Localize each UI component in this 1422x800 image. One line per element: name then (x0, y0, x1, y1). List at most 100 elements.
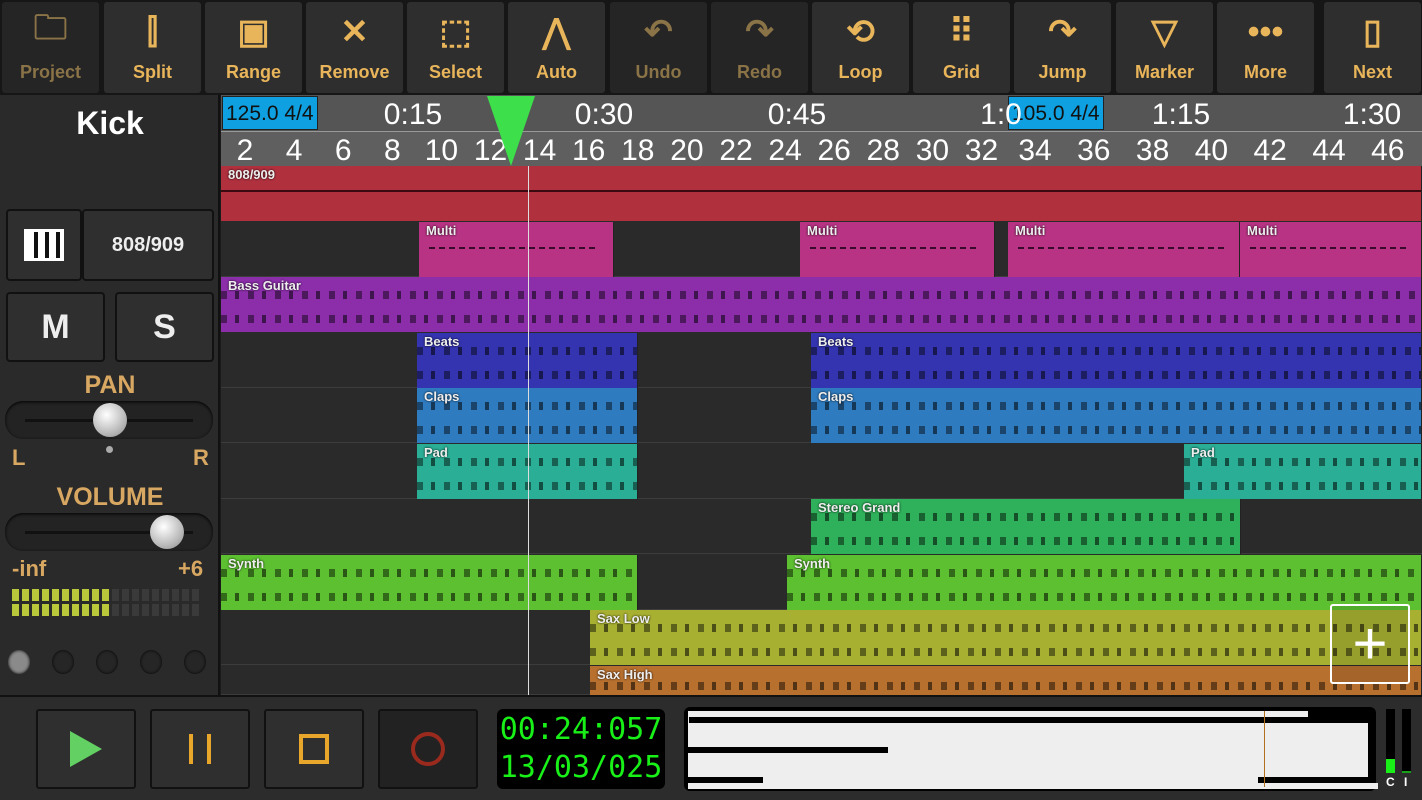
record-button[interactable] (378, 709, 478, 789)
toolbar-jump-button[interactable]: ↷ Jump (1014, 2, 1111, 93)
solo-button[interactable]: S (115, 292, 214, 362)
piano-button[interactable] (6, 209, 82, 281)
bar-label: 36 (1077, 134, 1111, 167)
meter-segment (82, 604, 89, 616)
toolbar-split-button[interactable]: ⫿ Split (104, 2, 201, 93)
time-label: 0:45 (767, 98, 827, 131)
bar-label: 6 (334, 134, 352, 167)
time-label: 1:30 (1342, 98, 1402, 131)
toolbar-undo-button[interactable]: ↶ Undo (610, 2, 707, 93)
audio-clip[interactable]: Sax Low (590, 610, 1422, 665)
meter-c-label: C (1386, 775, 1395, 789)
toolbar-range-button[interactable]: ▣ Range (205, 2, 302, 93)
audio-clip[interactable]: Claps (811, 388, 1422, 443)
select-icon: ⬚ (439, 13, 472, 51)
audio-clip[interactable]: Multi (419, 221, 614, 277)
track-lane: Stereo Grand (221, 499, 1422, 554)
clip-label: Stereo Grand (818, 500, 901, 515)
clip-label: Beats (818, 333, 854, 349)
toolbar-remove-button[interactable]: ✕ Remove (306, 2, 403, 93)
led-indicator (140, 650, 162, 674)
meter-segment (172, 589, 179, 601)
pan-label: PAN (84, 371, 136, 399)
toolbar-grid-button[interactable]: ⠿ Grid (913, 2, 1010, 93)
volume-label: VOLUME (56, 483, 164, 511)
play-button[interactable] (36, 709, 136, 789)
bar-label: 22 (719, 134, 753, 167)
pan-slider[interactable] (5, 401, 213, 439)
meter-segment (72, 604, 79, 616)
track-name: Kick (76, 105, 144, 141)
audio-clip[interactable]: Stereo Grand (811, 499, 1241, 554)
audio-clip[interactable]: Multi (1240, 221, 1422, 277)
toolbar-label: Auto (536, 62, 577, 82)
volume-slider[interactable] (5, 513, 213, 551)
bar-label: 34 (1018, 134, 1052, 167)
audio-clip[interactable]: Bass Guitar (221, 277, 1422, 332)
meter-segment (92, 589, 99, 601)
next-icon: ▯ (1363, 13, 1382, 51)
audio-clip[interactable]: Synth (221, 554, 638, 610)
marker-icon: ▽ (1151, 13, 1178, 51)
meter-segment (162, 604, 169, 616)
audio-clip[interactable]: Multi (1008, 221, 1240, 277)
toolbar-label: Undo (635, 62, 682, 82)
mute-button[interactable]: M (6, 292, 105, 362)
meter-segment (82, 589, 89, 601)
tempo-badge[interactable]: 105.0 4/4 (1008, 96, 1104, 130)
clip-label: Bass Guitar (228, 278, 301, 293)
audio-clip[interactable]: Beats (811, 332, 1422, 388)
instrument-button[interactable]: 808/909 (82, 209, 214, 281)
meter-segment (32, 589, 39, 601)
bar-label: 28 (866, 134, 900, 167)
pause-button[interactable] (150, 709, 250, 789)
toolbar-label: Split (133, 62, 172, 82)
audio-clip[interactable]: Multi (800, 221, 995, 277)
time-display[interactable]: 00:24:057 13/03/025 (497, 709, 665, 789)
clip-label: Claps (818, 389, 854, 404)
toolbar-marker-button[interactable]: ▽ Marker (1116, 2, 1213, 93)
led-row (8, 650, 213, 674)
pause-icon (189, 734, 211, 764)
bar-label: 8 (383, 134, 401, 167)
audio-clip[interactable]: Pad (1184, 443, 1422, 499)
toolbar-label: Marker (1134, 62, 1195, 82)
pan-knob[interactable] (93, 403, 127, 437)
audio-clip[interactable]: 808/909 (221, 166, 1422, 221)
toolbar-redo-button[interactable]: ↷ Redo (711, 2, 808, 93)
timeline-ruler[interactable]: 125.0 4/4 105.0 4/4 0:15 0:30 0:45 1:0 1:15 1:3… (221, 95, 1422, 167)
clip-label: Claps (424, 389, 460, 404)
toolbar-project-button[interactable]: 🗀 Project (2, 2, 99, 93)
stop-button[interactable] (264, 709, 364, 789)
meter-c (1386, 709, 1395, 773)
meter-segment (102, 589, 109, 601)
playhead-marker[interactable] (487, 96, 535, 166)
toolbar-more-button[interactable]: ••• More (1217, 2, 1314, 93)
toolbar-loop-button[interactable]: ⟲ Loop (812, 2, 909, 93)
meter-segment (172, 604, 179, 616)
led-indicator (8, 650, 30, 674)
toolbar: 🗀 Project ⫿ Split ▣ Range ✕ Remove ⬚ Select ⋀ Auto ↶… (0, 0, 1422, 95)
bar-label: 32 (964, 134, 999, 167)
clip-label: Multi (1247, 222, 1278, 238)
toolbar-label: Loop (838, 62, 883, 82)
volume-min-label: -inf (12, 556, 47, 581)
loop-icon: ⟲ (846, 13, 875, 51)
time-label: 1:0 (980, 98, 1022, 131)
audio-clip[interactable]: Sax High (590, 665, 1422, 695)
meter-segment (132, 589, 139, 601)
tempo-badge[interactable]: 125.0 4/4 (222, 96, 318, 130)
project-overview[interactable] (684, 707, 1378, 791)
bar-label: 10 (424, 134, 459, 167)
record-icon (411, 732, 445, 766)
audio-clip[interactable]: Synth (787, 554, 1422, 610)
meter-segment (152, 589, 159, 601)
clip-label: Sax High (597, 666, 653, 682)
add-track-button[interactable]: + (1330, 604, 1410, 684)
level-meter (12, 589, 202, 619)
toolbar-select-button[interactable]: ⬚ Select (407, 2, 504, 93)
volume-knob[interactable] (150, 515, 184, 549)
toolbar-label: Project (19, 62, 82, 82)
toolbar-auto-button[interactable]: ⋀ Auto (508, 2, 605, 93)
toolbar-next-button[interactable]: ▯ Next (1324, 2, 1421, 93)
